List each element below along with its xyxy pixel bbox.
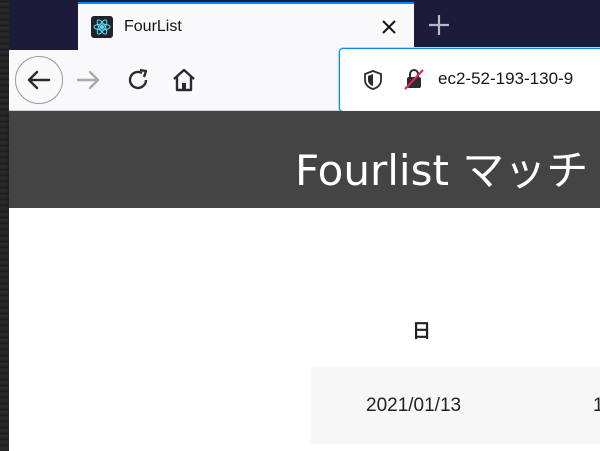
reload-icon <box>128 68 148 90</box>
close-icon[interactable] <box>378 16 400 38</box>
browser-navbar: ec2-52-193-130-9 <box>9 48 600 112</box>
plus-icon[interactable] <box>426 12 452 38</box>
browser-tab[interactable]: FourList <box>78 2 414 50</box>
react-atom-icon <box>91 16 113 38</box>
table-cell-date: 2021/01/13 <box>366 395 462 416</box>
page-title: Fourlist マッチ <box>295 146 589 195</box>
tab-title: FourList <box>124 18 182 35</box>
browser-titlebar: FourList <box>9 0 600 50</box>
reload-button[interactable] <box>121 63 155 97</box>
back-button[interactable] <box>15 56 63 104</box>
app-header: Fourlist マッチ <box>9 111 600 208</box>
url-text: ec2-52-193-130-9 <box>438 69 574 88</box>
arrow-left-icon <box>27 70 51 90</box>
main-content: 日 2021/01/13 1 <box>9 208 600 451</box>
url-bar[interactable]: ec2-52-193-130-9 <box>339 48 600 112</box>
table-row: 2021/01/13 1 <box>311 367 600 444</box>
desktop-background <box>0 0 9 451</box>
home-icon <box>173 68 195 92</box>
table-header-day: 日 <box>412 320 432 342</box>
forward-button[interactable] <box>71 63 105 97</box>
home-button[interactable] <box>167 63 201 97</box>
insecure-lock-icon[interactable] <box>402 67 426 96</box>
shield-icon[interactable] <box>362 69 384 96</box>
table-cell: 1 <box>593 395 600 416</box>
arrow-right-icon <box>76 70 100 90</box>
